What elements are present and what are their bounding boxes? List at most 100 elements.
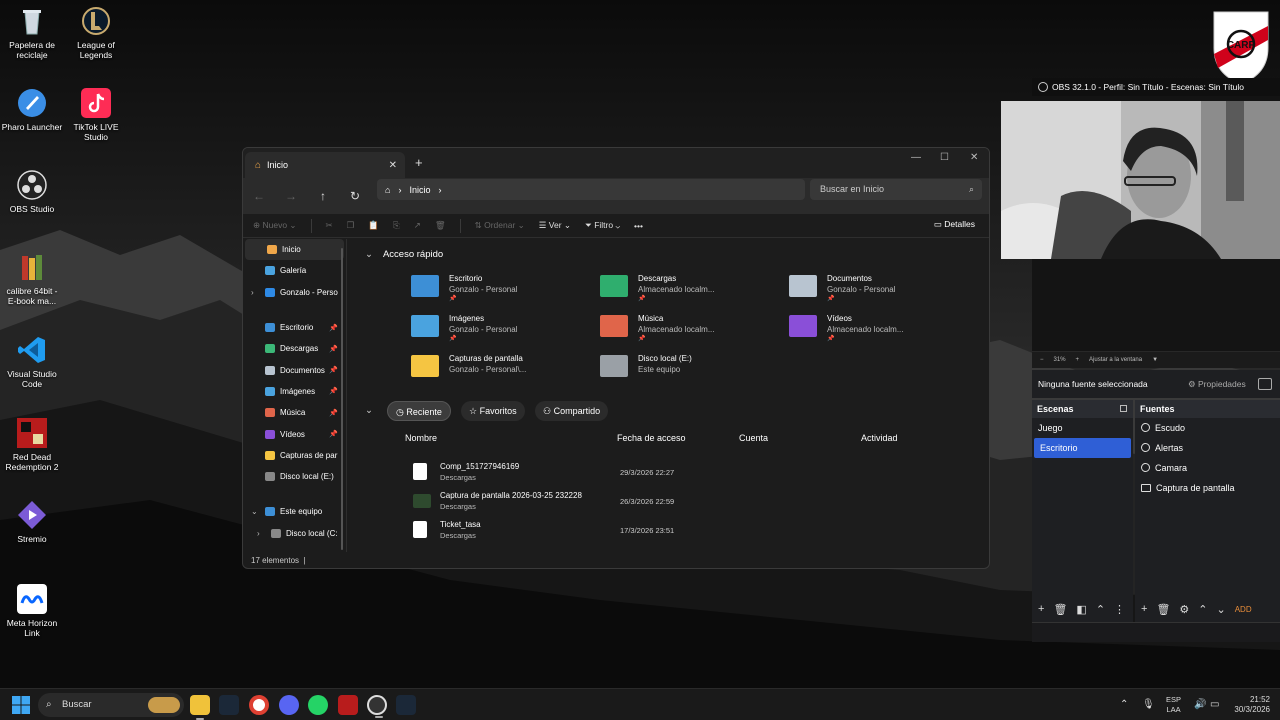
trash-icon[interactable]: 🗑 [1053,603,1067,616]
delete-icon[interactable]: 🗑 [435,220,446,231]
obs-source-item[interactable]: Escudo [1135,418,1280,438]
close-icon[interactable]: ✕ [389,160,397,171]
chevron-up-icon[interactable]: ⌃ [1120,699,1128,710]
obs-preview-area[interactable] [1032,259,1280,351]
chevron-down-icon[interactable]: ⌄ [251,507,258,516]
sidebar-item-escritorio[interactable]: Escritorio 📌 [243,317,346,338]
more-icon[interactable]: ⋮ [1114,603,1125,616]
filter-icon[interactable]: ◧ [1076,603,1086,616]
new-button[interactable]: ⊕ Nuevo ⌄ [253,220,297,231]
quick-access-item[interactable]: Imágenes Gonzalo - Personal 📌 [411,311,591,347]
quick-access-item[interactable]: Descargas Almacenado localm... 📌 [600,271,780,307]
column-cuenta[interactable]: Cuenta [739,433,768,443]
quick-access-item[interactable]: Disco local (E:) Este equipo [600,351,780,387]
whatsapp-icon[interactable] [308,695,328,715]
battery-icon[interactable]: ▭ [1210,699,1219,710]
speaker-icon[interactable]: 🔊 [1194,699,1206,710]
details-button[interactable]: ▭ Detalles [934,219,975,230]
search-input[interactable]: Buscar en Inicio ⌕ [810,179,982,200]
close-window-icon[interactable]: ✕ [970,152,978,163]
recent-section-toggle[interactable]: ⌄ [365,405,383,416]
desktop-icon-calibre[interactable]: calibre 64bit - E-book ma... [0,252,64,306]
view-button[interactable]: ☰ Ver ⌄ [539,220,571,231]
chevron-right-icon[interactable]: › [257,529,260,538]
desktop-icon-tiktok[interactable]: TikTok LIVE Studio [64,88,128,142]
obs-scene-item[interactable]: Juego [1032,418,1133,438]
obs-properties-button[interactable]: ⚙ Propiedades [1182,376,1252,393]
sidebar-item-galeria[interactable]: Galería [243,260,346,281]
column-actividad[interactable]: Actividad [861,433,898,443]
add-icon[interactable]: + [1038,603,1044,615]
rdr2-taskbar-icon[interactable] [338,695,358,715]
windows-start-icon[interactable] [12,696,30,714]
sidebar-item-onedrive[interactable]: › Gonzalo - Perso [243,282,346,303]
up-icon[interactable]: ⌃ [1198,603,1207,616]
tab-favoritos[interactable]: ☆ Favoritos [461,401,525,421]
clock[interactable]: 21:52 30/3/2026 [1226,695,1270,715]
down-icon[interactable]: ⌄ [1217,603,1226,616]
sidebar-item-este-equipo[interactable]: ⌄ Este equipo [243,501,346,522]
new-tab-icon[interactable]: + [415,155,423,170]
sidebar-item-disco-e[interactable]: Disco local (E:) [243,466,346,487]
file-explorer-icon[interactable] [190,695,210,720]
obs-filters-button[interactable] [1257,378,1272,390]
chrome-icon[interactable] [249,695,269,715]
file-row[interactable]: Captura de pantalla 2026-03-25 232228 Des… [405,488,965,517]
paste-icon[interactable]: 📋 [368,220,379,231]
more-options-button[interactable]: ••• [634,221,643,231]
sidebar-scrollbar[interactable] [341,248,343,550]
obs-source-item[interactable]: Alertas [1135,438,1280,458]
desktop-icon-meta[interactable]: Meta Horizon Link [0,584,64,638]
sort-button[interactable]: ⇅ Ordenar ⌄ [475,220,525,231]
trash-icon[interactable]: 🗑 [1156,603,1170,616]
desktop-icon-pharo[interactable]: Pharo Launcher [0,88,64,132]
tab-compartido[interactable]: ⚇ Compartido [535,401,609,421]
sidebar-item-imagenes[interactable]: Imágenes 📌 [243,381,346,402]
obs-add-label[interactable]: ADD [1235,605,1252,614]
quick-access-item[interactable]: Documentos Gonzalo - Personal 📌 [789,271,969,307]
column-fecha[interactable]: Fecha de acceso [617,433,686,443]
filter-button[interactable]: ⏷ Filtro ⌄ [585,220,620,231]
language-indicator[interactable]: ESP LAA [1166,695,1181,715]
file-row[interactable]: Comp_151727946169 Descargas 29/3/2026 22:2… [405,459,965,488]
file-row[interactable]: Ticket_tasa Descargas 17/3/2026 23:51 [405,517,965,546]
back-icon[interactable]: ← [243,189,275,203]
sidebar-item-inicio[interactable]: Inicio [245,239,344,261]
quick-access-item[interactable]: Vídeos Almacenado localm... 📌 [789,311,969,347]
desktop-icon-stremio[interactable]: Stremio [0,500,64,544]
obs-zoom-bar[interactable]: −31% + Ajustar a la ventana ▼ [1032,352,1280,368]
copy-icon[interactable]: ❐ [347,220,355,231]
sidebar-item-disco-c[interactable]: › Disco local (C: [243,523,346,544]
desktop-icon-recycle-bin[interactable]: Papelera de reciclaje [0,6,64,60]
sidebar-item-capturas[interactable]: Capturas de par [243,445,346,466]
obs-window-title[interactable]: OBS 32.1.0 - Perfil: Sin Título - Escena… [1032,78,1280,96]
widget-icon[interactable] [148,697,180,713]
share-icon[interactable]: ↗ [414,220,421,231]
undock-icon[interactable] [1120,405,1127,412]
minimize-icon[interactable]: — [911,152,921,163]
address-crumb[interactable]: Inicio [409,185,430,195]
up-icon[interactable]: ↑ [307,189,339,203]
up-icon[interactable]: ⌃ [1096,603,1105,616]
rename-icon[interactable]: ⎘ [393,220,400,231]
column-nombre[interactable]: Nombre [405,433,437,443]
desktop-icon-vscode[interactable]: Visual Studio Code [0,335,64,389]
quick-access-item[interactable]: Escritorio Gonzalo - Personal 📌 [411,271,591,307]
sidebar-item-documentos[interactable]: Documentos 📌 [243,359,346,380]
obs-scene-item[interactable]: Escritorio [1034,438,1131,458]
obs-source-item[interactable]: Camara [1135,458,1280,478]
sidebar-item-videos[interactable]: Vídeos 📌 [243,423,346,444]
obs-taskbar-icon[interactable] [367,695,387,718]
chevron-right-icon[interactable]: › [251,288,254,297]
add-icon[interactable]: + [1141,603,1147,615]
desktop-icon-league[interactable]: League of Legends [64,6,128,60]
tab-reciente[interactable]: ◷ Reciente [387,401,451,421]
obs-zoom-mode[interactable]: Ajustar a la ventana [1089,357,1142,363]
steam-icon[interactable] [219,695,239,715]
maximize-icon[interactable]: ☐ [940,152,949,163]
gear-icon[interactable]: ⚙ [1179,603,1189,616]
microphone-icon[interactable]: 🎙 [1142,699,1155,710]
desktop-icon-rdr2[interactable]: Red Dead Redemption 2 [0,418,64,472]
steam-icon[interactable] [396,695,416,715]
discord-icon[interactable] [279,695,299,715]
